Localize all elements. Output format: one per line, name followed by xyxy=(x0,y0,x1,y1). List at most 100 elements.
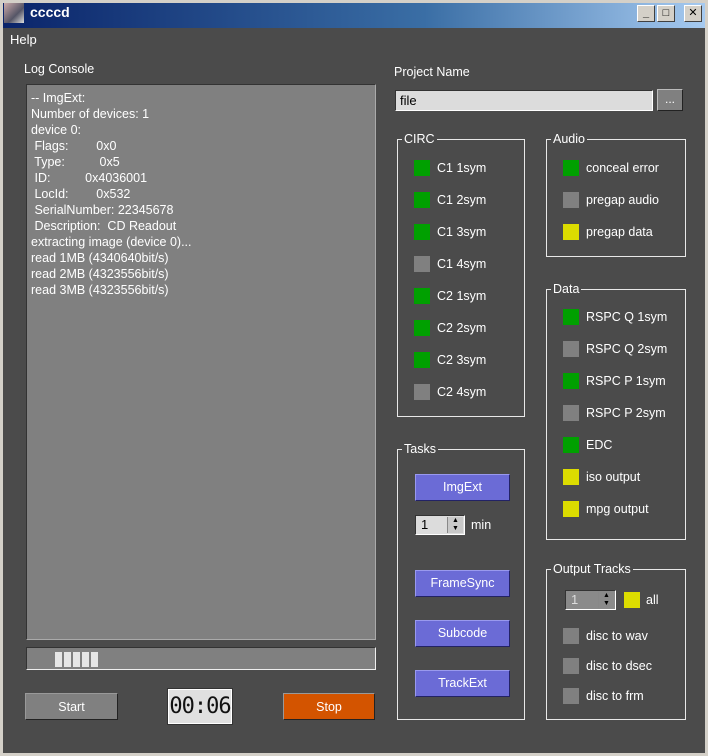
circ-item[interactable]: C1 4sym xyxy=(414,255,486,273)
maximize-button[interactable]: □ xyxy=(657,5,675,22)
menu-help[interactable]: Help xyxy=(10,32,37,47)
data-item[interactable]: RSPC P 1sym xyxy=(563,372,666,390)
audio-item[interactable]: pregap audio xyxy=(563,191,659,209)
tasks-title: Tasks xyxy=(402,442,438,456)
all-tracks-label: all xyxy=(646,593,659,607)
track-value: 1 xyxy=(571,592,579,607)
log-line: extracting image (device 0)... xyxy=(31,235,192,249)
browse-button[interactable]: ... xyxy=(657,89,683,111)
imgext-button[interactable]: ImgExt xyxy=(415,474,510,501)
status-indicator[interactable] xyxy=(414,288,430,304)
circ-item[interactable]: C2 2sym xyxy=(414,319,486,337)
window-title: ccccd xyxy=(30,4,70,20)
item-label: disc to dsec xyxy=(586,659,653,673)
log-line: Flags: 0x0 xyxy=(31,139,117,153)
data-item[interactable]: iso output xyxy=(563,468,640,486)
data-item[interactable]: RSPC Q 2sym xyxy=(563,340,667,358)
output-tracks-group: Output Tracks 1 ▲ ▼ all disc to wav disc to… xyxy=(546,562,686,720)
log-line: device 0: xyxy=(31,123,82,137)
output-tracks-title: Output Tracks xyxy=(551,562,633,576)
project-name-input[interactable] xyxy=(395,90,653,111)
track-spinbox[interactable]: 1 ▲ ▼ xyxy=(565,590,616,610)
audio-item[interactable]: conceal error xyxy=(563,159,659,177)
item-label: RSPC P 1sym xyxy=(586,374,666,388)
minutes-value: 1 xyxy=(421,517,429,532)
status-indicator[interactable] xyxy=(563,341,579,357)
circ-item[interactable]: C2 1sym xyxy=(414,287,486,305)
progress-segment xyxy=(82,652,89,667)
progress-segment xyxy=(73,652,80,667)
item-label: C1 3sym xyxy=(437,225,487,239)
log-line: LocId: 0x532 xyxy=(31,187,131,201)
circ-item[interactable]: C2 3sym xyxy=(414,351,486,369)
item-label: C1 1sym xyxy=(437,161,487,175)
log-line: ID: 0x4036001 xyxy=(31,171,148,185)
item-label: iso output xyxy=(586,470,641,484)
status-indicator[interactable] xyxy=(563,405,579,421)
status-indicator[interactable] xyxy=(563,192,579,208)
log-line: -- ImgExt: xyxy=(31,91,86,105)
log-console[interactable]: -- ImgExt: Number of devices: 1 device 0: … xyxy=(26,84,376,640)
data-group: Data RSPC Q 1sym RSPC Q 2sym RSPC P 1sym RS… xyxy=(546,282,686,540)
log-line: Description: CD Readout xyxy=(31,219,177,233)
status-indicator[interactable] xyxy=(414,320,430,336)
item-label: C2 4sym xyxy=(437,385,487,399)
item-label: C2 3sym xyxy=(437,353,487,367)
circ-item[interactable]: C1 1sym xyxy=(414,159,486,177)
start-button[interactable]: Start xyxy=(25,693,118,720)
status-indicator[interactable] xyxy=(414,384,430,400)
tasks-group: Tasks ImgExt 1 ▲ ▼ min FrameSync Subcode T… xyxy=(397,442,525,720)
item-label: EDC xyxy=(586,438,613,452)
log-console-label: Log Console xyxy=(24,62,95,76)
trackext-button[interactable]: TrackExt xyxy=(415,670,510,697)
status-indicator[interactable] xyxy=(414,256,430,272)
item-label: C2 2sym xyxy=(437,321,487,335)
circ-item[interactable]: C1 2sym xyxy=(414,191,486,209)
output-item[interactable]: disc to dsec xyxy=(563,657,652,675)
circ-item[interactable]: C1 3sym xyxy=(414,223,486,241)
output-item[interactable]: disc to frm xyxy=(563,687,644,705)
log-line: read 2MB (4323556bit/s) xyxy=(31,267,169,281)
all-tracks-indicator[interactable] xyxy=(624,592,640,608)
framesync-button[interactable]: FrameSync xyxy=(415,570,510,597)
audio-group: Audio conceal error pregap audio pregap da… xyxy=(546,132,686,257)
status-indicator[interactable] xyxy=(563,160,579,176)
item-label: disc to frm xyxy=(586,689,644,703)
audio-title: Audio xyxy=(551,132,587,146)
status-indicator[interactable] xyxy=(563,373,579,389)
audio-item[interactable]: pregap data xyxy=(563,223,653,241)
status-indicator[interactable] xyxy=(414,352,430,368)
status-indicator[interactable] xyxy=(563,501,579,517)
minutes-spinbox[interactable]: 1 ▲ ▼ xyxy=(415,515,465,535)
status-indicator[interactable] xyxy=(563,437,579,453)
status-indicator[interactable] xyxy=(563,469,579,485)
data-item[interactable]: mpg output xyxy=(563,500,649,518)
status-indicator[interactable] xyxy=(563,309,579,325)
item-label: C1 2sym xyxy=(437,193,487,207)
data-item[interactable]: EDC xyxy=(563,436,612,454)
status-indicator[interactable] xyxy=(414,192,430,208)
item-label: RSPC P 2sym xyxy=(586,406,666,420)
subcode-button[interactable]: Subcode xyxy=(415,620,510,647)
log-line: read 1MB (4340640bit/s) xyxy=(31,251,169,265)
minimize-button[interactable]: _ xyxy=(637,5,655,22)
status-indicator[interactable] xyxy=(563,658,579,674)
spin-arrows-icon[interactable]: ▲ ▼ xyxy=(598,592,614,608)
stop-button[interactable]: Stop xyxy=(283,693,375,720)
status-indicator[interactable] xyxy=(414,224,430,240)
status-indicator[interactable] xyxy=(414,160,430,176)
circ-item[interactable]: C2 4sym xyxy=(414,383,486,401)
spin-arrows-icon[interactable]: ▲ ▼ xyxy=(447,517,463,533)
log-line: read 3MB (4323556bit/s) xyxy=(31,283,169,297)
app-icon xyxy=(4,3,24,23)
close-button[interactable]: ✕ xyxy=(684,5,702,22)
data-item[interactable]: RSPC P 2sym xyxy=(563,404,666,422)
progress-segment xyxy=(91,652,98,667)
title-bar[interactable] xyxy=(0,0,708,28)
status-indicator[interactable] xyxy=(563,688,579,704)
progress-segment xyxy=(64,652,71,667)
status-indicator[interactable] xyxy=(563,628,579,644)
output-item[interactable]: disc to wav xyxy=(563,627,648,645)
data-item[interactable]: RSPC Q 1sym xyxy=(563,308,667,326)
status-indicator[interactable] xyxy=(563,224,579,240)
